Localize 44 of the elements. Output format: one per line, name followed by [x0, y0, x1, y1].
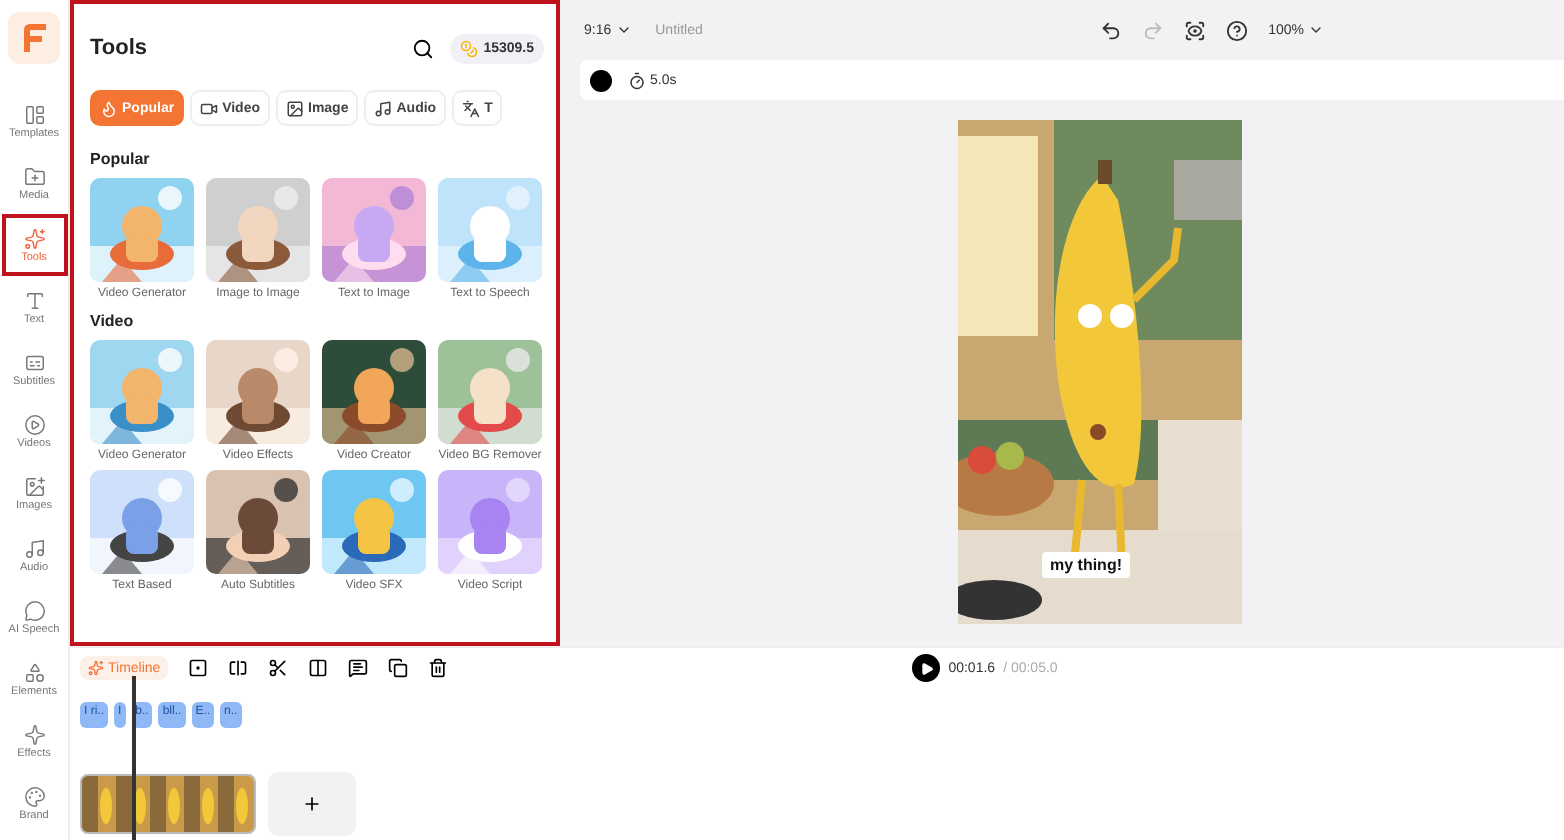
translate-icon: [462, 99, 481, 117]
folder-icon: [23, 165, 45, 187]
palette-icon: [23, 785, 45, 807]
timer-icon: [628, 71, 646, 89]
layout-icon: [23, 103, 45, 125]
section-heading: Video: [90, 312, 136, 330]
help-icon[interactable]: [1226, 19, 1249, 41]
copy-icon[interactable]: [388, 658, 409, 678]
app-logo[interactable]: [8, 12, 60, 64]
trash-icon[interactable]: [428, 658, 449, 678]
text-icon: [23, 289, 45, 311]
play-button[interactable]: [912, 654, 941, 682]
plus-icon: [302, 794, 322, 814]
scissors-icon[interactable]: [268, 658, 289, 678]
music-note-icon: [374, 99, 393, 117]
caption-text: my thing!: [1042, 552, 1130, 578]
image-icon: [286, 99, 304, 117]
preview-icon[interactable]: [1184, 19, 1207, 41]
caption-icon[interactable]: [348, 658, 369, 678]
play-circle-icon: [23, 413, 45, 435]
speech-bubble-icon: [23, 599, 45, 621]
chevron-down-icon: [615, 22, 632, 38]
columns-icon[interactable]: [308, 658, 329, 678]
sparkles-icon: [23, 227, 45, 249]
flame-icon: [100, 99, 118, 117]
video-icon: [200, 99, 219, 117]
panel-title: Tools: [90, 36, 148, 60]
logo-icon: [22, 24, 46, 52]
undo-icon[interactable]: [1100, 19, 1123, 41]
sparkle-icon: [23, 723, 45, 745]
chevron-down-icon: [1308, 22, 1324, 38]
coin-icon: [459, 39, 478, 57]
add-clip-button[interactable]: [268, 772, 356, 836]
color-swatch[interactable]: [590, 69, 612, 91]
section-heading: Popular: [90, 150, 152, 168]
image-icon: [23, 475, 45, 497]
play-icon: [919, 661, 934, 675]
shapes-icon: [23, 661, 45, 683]
subtitles-icon: [23, 351, 45, 373]
split-icon[interactable]: [228, 658, 249, 678]
music-note-icon: [23, 537, 45, 559]
search-icon[interactable]: [411, 37, 434, 59]
keyframe-icon[interactable]: [188, 658, 209, 678]
sparkles-icon: [88, 660, 104, 676]
